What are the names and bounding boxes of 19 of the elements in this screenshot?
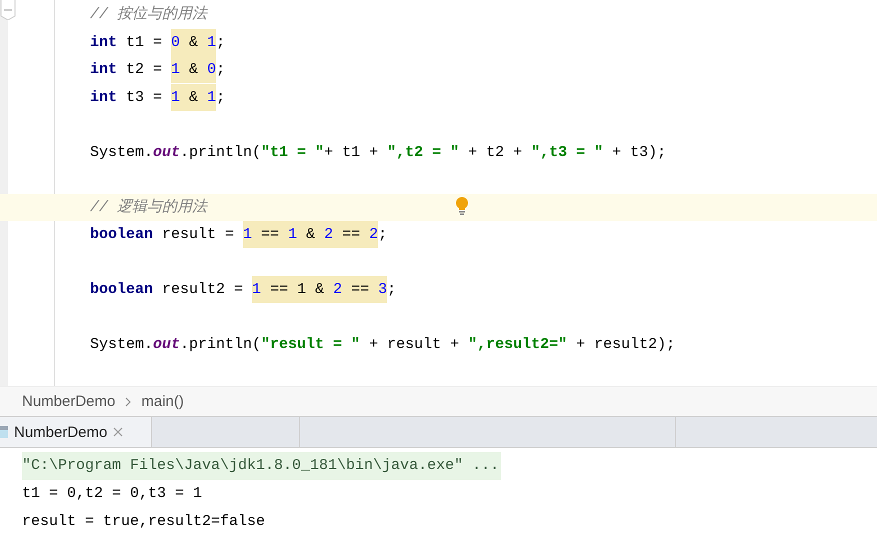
lightbulb-icon[interactable]	[455, 196, 469, 214]
chevron-icon	[125, 396, 132, 406]
console-output: t1 = 0,t2 = 0,t3 = 1	[22, 484, 204, 504]
close-icon[interactable]	[113, 427, 124, 437]
fold-icon[interactable]	[0, 0, 16, 20]
code-comment: // 按位与的用法	[90, 4, 208, 26]
code-line: System.out.println("result = " + result + ",result2=" + result2);	[90, 335, 676, 356]
code-line: int t1 = 0 & 1;	[90, 28, 226, 56]
breadcrumb-item[interactable]: main()	[141, 393, 184, 410]
code-line: boolean result2 = 1 == 1 & 2 == 3;	[90, 276, 396, 304]
code-line: boolean result = 1 == 1 & 2 == 2;	[90, 221, 388, 248]
code-line: int t3 = 1 & 1;	[90, 84, 226, 111]
breadcrumb-item[interactable]: NumberDemo	[22, 393, 116, 410]
code-line: System.out.println("t1 = "+ t1 + ",t2 = " + t2 + ",t3 = " + t3);	[90, 142, 666, 163]
run-tab[interactable]: NumberDemo	[0, 417, 152, 447]
code-line: int t2 = 1 & 0;	[90, 56, 226, 84]
console-output: result = true,result2=false	[22, 512, 266, 532]
code-comment: // 逻辑与的用法	[90, 198, 208, 218]
console-command: "C:\Program Files\Java\jdk1.8.0_181\bin\java.exe" ...	[22, 452, 502, 480]
